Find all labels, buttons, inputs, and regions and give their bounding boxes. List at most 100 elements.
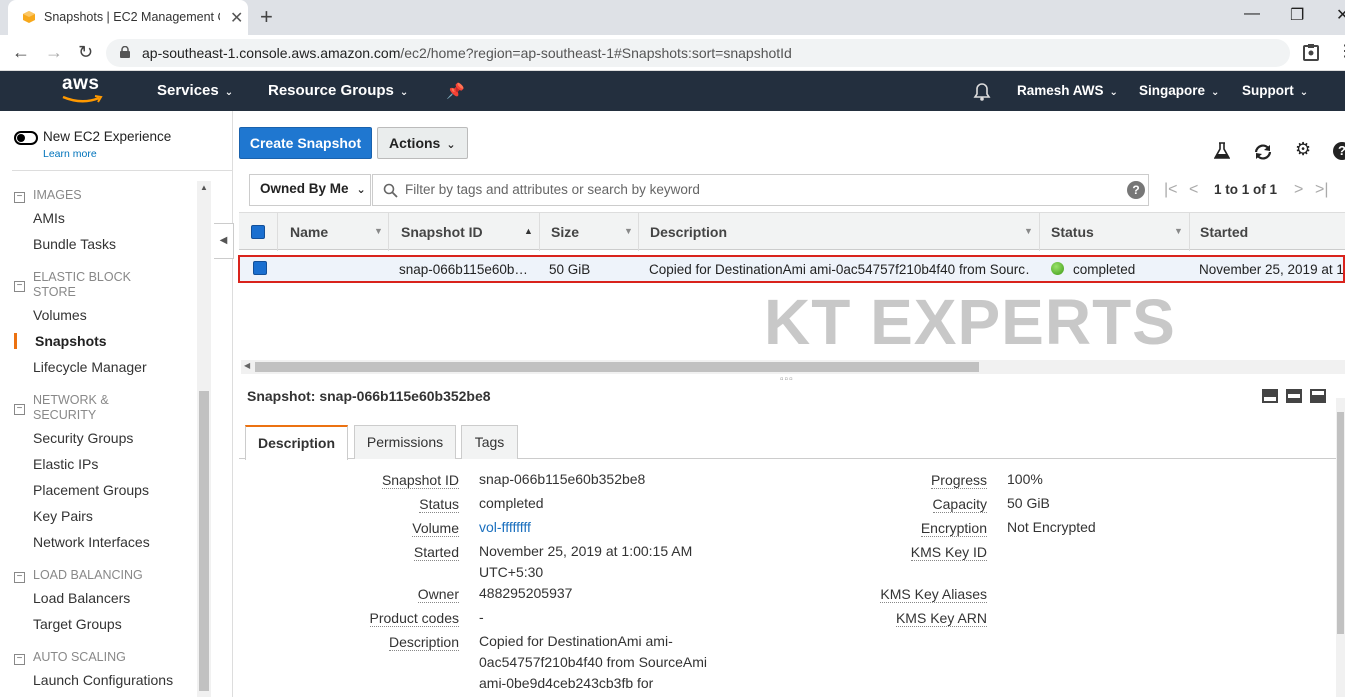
owned-by-dropdown[interactable]: Owned By Me ⌄ [249, 174, 371, 206]
search-input[interactable]: Filter by tags and attributes or search … [372, 174, 1149, 206]
column-size[interactable]: Size [551, 224, 579, 240]
sidebar-item-elastic-ips[interactable]: Elastic IPs [33, 456, 98, 472]
prev-page-icon[interactable]: < [1189, 181, 1198, 199]
sidebar-item-amis[interactable]: AMIs [33, 210, 65, 226]
collapse-load-balancing-icon[interactable]: − [14, 572, 25, 583]
resource-groups-menu[interactable]: Resource Groups ⌄ [268, 82, 408, 99]
table-row[interactable]: snap-066b115e60b… 50 GiB Copied for Dest… [238, 255, 1345, 283]
tab-description[interactable]: Description [245, 425, 348, 460]
sidebar-item-target-groups[interactable]: Target Groups [33, 616, 122, 632]
support-menu[interactable]: Support ⌄ [1242, 83, 1308, 98]
sidebar-item-launch-configurations[interactable]: Launch Configurations [33, 672, 173, 688]
collapse-ebs-icon[interactable]: − [14, 281, 25, 292]
sidebar-item-volumes[interactable]: Volumes [33, 307, 87, 323]
scroll-up-icon[interactable]: ▲ [200, 183, 208, 192]
bell-icon[interactable] [973, 82, 991, 102]
aws-top-nav: aws Services ⌄ Resource Groups ⌄ 📌 Ramesh … [0, 71, 1345, 111]
column-separator [638, 213, 639, 251]
sort-caret-icon[interactable]: ▼ [1024, 226, 1033, 236]
new-experience-label: New EC2 Experience [43, 129, 172, 144]
search-help-icon[interactable]: ? [1127, 181, 1145, 199]
select-all-checkbox[interactable] [251, 225, 265, 239]
close-window-icon[interactable]: ✕ [1336, 5, 1345, 25]
horizontal-scroll-thumb[interactable] [255, 362, 979, 372]
aws-logo[interactable]: aws [60, 73, 104, 107]
reload-icon[interactable]: ↻ [78, 42, 93, 63]
collapse-sidebar-icon[interactable]: ◀ [214, 223, 234, 259]
collapse-auto-scaling-icon[interactable]: − [14, 654, 25, 665]
search-icon [383, 183, 398, 198]
collapse-network-icon[interactable]: − [14, 404, 25, 415]
layout-top-icon[interactable] [1310, 389, 1326, 403]
column-status[interactable]: Status [1051, 224, 1094, 240]
next-page-icon[interactable]: > [1294, 181, 1303, 199]
column-started[interactable]: Started [1200, 224, 1248, 240]
browser-menu-icon[interactable]: ⋮ [1337, 41, 1345, 61]
value-status: completed [479, 495, 544, 511]
column-separator [277, 213, 278, 251]
back-icon[interactable]: ← [12, 42, 30, 63]
refresh-icon[interactable] [1253, 143, 1273, 161]
section-images: IMAGES [33, 188, 82, 202]
close-tab-icon[interactable]: ✕ [230, 8, 243, 28]
create-snapshot-button[interactable]: Create Snapshot [239, 127, 372, 159]
last-page-icon[interactable]: >| [1315, 181, 1329, 199]
sidebar-item-snapshots[interactable]: Snapshots [35, 333, 107, 349]
sort-ascending-icon[interactable]: ▲ [524, 226, 533, 236]
scroll-left-icon[interactable]: ◀ [244, 361, 250, 370]
section-auto-scaling: AUTO SCALING [33, 650, 126, 664]
vertical-scroll-thumb[interactable] [1337, 412, 1344, 634]
clipboard-icon[interactable] [1303, 43, 1319, 61]
column-separator [388, 213, 389, 251]
sidebar-item-security-groups[interactable]: Security Groups [33, 430, 133, 446]
url-input[interactable]: ap-southeast-1.console.aws.amazon.com/ec… [106, 39, 1290, 67]
layout-split-icon[interactable] [1286, 389, 1302, 403]
sidebar-item-lifecycle-manager[interactable]: Lifecycle Manager [33, 359, 147, 375]
sidebar-item-key-pairs[interactable]: Key Pairs [33, 508, 93, 524]
column-name[interactable]: Name [290, 224, 328, 240]
layout-bottom-icon[interactable] [1262, 389, 1278, 403]
minimize-icon[interactable]: — [1244, 5, 1260, 23]
value-snapshot-id: snap-066b115e60b352be8 [479, 471, 646, 487]
region-menu[interactable]: Singapore ⌄ [1139, 83, 1219, 98]
split-pane-handle[interactable]: ▫▫▫ [780, 374, 794, 385]
label-progress: Progress [930, 472, 987, 489]
sidebar-item-load-balancers[interactable]: Load Balancers [33, 590, 130, 606]
new-tab-icon[interactable]: + [260, 4, 273, 30]
tab-tags[interactable]: Tags [461, 425, 518, 459]
value-volume-link[interactable]: vol-ffffffff [479, 519, 531, 535]
flask-icon[interactable] [1214, 142, 1230, 160]
value-started: November 25, 2019 at 1:00:15 AM UTC+5:30 [479, 543, 693, 580]
tab-permissions[interactable]: Permissions [354, 425, 456, 459]
user-menu[interactable]: Ramesh AWS ⌄ [1017, 83, 1118, 98]
column-description[interactable]: Description [650, 224, 727, 240]
sidebar-item-placement-groups[interactable]: Placement Groups [33, 482, 149, 498]
new-experience-toggle[interactable] [14, 131, 38, 145]
services-menu[interactable]: Services ⌄ [157, 82, 233, 99]
gear-icon[interactable]: ⚙ [1295, 139, 1311, 160]
row-checkbox[interactable] [253, 261, 267, 275]
sidebar-scroll-thumb[interactable] [199, 391, 209, 691]
actions-button[interactable]: Actions ⌄ [377, 127, 468, 159]
learn-more-link[interactable]: Learn more [43, 148, 97, 160]
browser-tab[interactable]: Snapshots | EC2 Management Co ✕ [8, 0, 248, 35]
table-horizontal-scrollbar[interactable]: ◀ [241, 360, 1345, 374]
pin-icon[interactable]: 📌 [446, 82, 465, 100]
sidebar-scrollbar[interactable]: ▲ [197, 181, 211, 697]
sidebar-item-bundle-tasks[interactable]: Bundle Tasks [33, 236, 116, 252]
cell-size: 50 GiB [549, 262, 591, 277]
label-capacity: Capacity [932, 496, 987, 513]
sort-caret-icon[interactable]: ▼ [624, 226, 633, 236]
collapse-images-icon[interactable]: − [14, 192, 25, 203]
sort-caret-icon[interactable]: ▼ [374, 226, 383, 236]
value-description: Copied for DestinationAmi ami-0ac54757f2… [479, 633, 708, 691]
help-circle-icon[interactable]: ? [1333, 142, 1345, 160]
maximize-icon[interactable]: ❐ [1290, 5, 1304, 25]
sidebar-item-network-interfaces[interactable]: Network Interfaces [33, 534, 150, 550]
active-indicator [14, 333, 17, 349]
detail-vertical-scrollbar[interactable] [1336, 398, 1345, 697]
forward-icon[interactable]: → [45, 42, 63, 63]
first-page-icon[interactable]: |< [1164, 181, 1178, 199]
sort-caret-icon[interactable]: ▼ [1174, 226, 1183, 236]
column-snapshot-id[interactable]: Snapshot ID [401, 224, 483, 240]
